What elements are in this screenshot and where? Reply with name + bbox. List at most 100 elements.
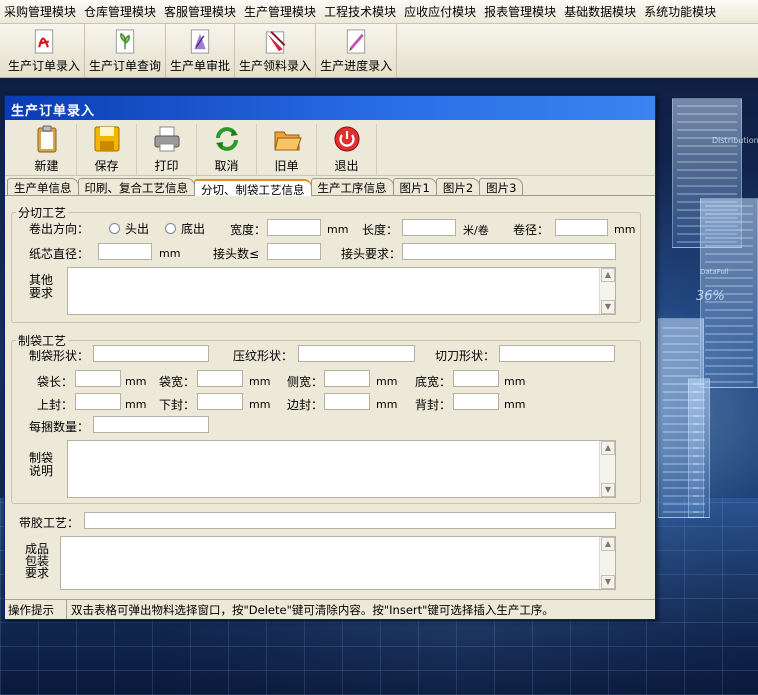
back-seal-label: 背封： [415,398,452,412]
memo-scrollbar[interactable]: ▲ ▼ [599,537,615,589]
open-folder-icon [273,131,302,151]
bag-length-label: 袋长： [37,375,74,389]
tab-picture-3[interactable]: 图片3 [479,178,524,195]
scroll-up-arrow-icon[interactable]: ▲ [601,441,615,455]
toolbar-label: 生产单审批 [170,59,231,73]
production-order-entry-button[interactable]: 生产订单录入 [4,24,86,77]
bag-length-unit: mm [125,375,147,388]
width-input[interactable] [267,219,321,236]
cancel-label: 取消 [214,159,239,173]
press-shape-input[interactable] [298,345,415,362]
menu-receivable-payable[interactable]: 应收应付模块 [400,3,480,20]
knife-shape-label: 切刀形状： [435,349,496,363]
bundle-quantity-input[interactable] [93,416,209,433]
new-button[interactable]: 新建 [17,124,77,175]
production-progress-entry-button[interactable]: 生产进度录入 [316,24,398,77]
top-seal-input[interactable] [75,393,121,410]
tab-process[interactable]: 生产工序信息 [310,178,394,195]
other-label-2: 要求 [29,286,54,300]
length-input[interactable] [402,219,456,236]
menu-base-data[interactable]: 基础数据模块 [560,3,640,20]
production-order-approve-button[interactable]: 生产单审批 [166,24,236,77]
exit-button[interactable]: 退出 [317,124,377,175]
bag-length-input[interactable] [75,370,121,387]
back-seal-input[interactable] [453,393,499,410]
scroll-up-arrow-icon[interactable]: ▲ [601,537,615,551]
plant-document-icon [115,29,135,54]
tab-picture-1[interactable]: 图片1 [392,178,437,195]
scroll-up-arrow-icon[interactable]: ▲ [601,268,615,282]
packing-requirement-memo[interactable]: ▲ ▼ [60,536,616,590]
tab-cut-bag[interactable]: 分切、制袋工艺信息 [194,179,312,197]
clipboard-icon [37,125,56,153]
cutting-legend: 分切工艺 [18,206,67,220]
bag-width-input[interactable] [197,370,243,387]
menu-reports[interactable]: 报表管理模块 [480,3,560,20]
memo-scrollbar[interactable]: ▲ ▼ [599,441,615,497]
cancel-button[interactable]: 取消 [197,124,257,175]
background-chart-text: Distribution [712,136,758,145]
pdf-document-icon [34,29,54,54]
joint-requirement-label: 接头要求： [341,247,402,261]
window-title[interactable]: 生产订单录入 [5,96,655,120]
roll-diameter-unit: mm [614,223,636,236]
tape-process-label: 带胶工艺： [19,516,80,530]
menu-warehouse[interactable]: 仓库管理模块 [80,3,160,20]
menu-production[interactable]: 生产管理模块 [240,3,320,20]
side-width-input[interactable] [324,370,370,387]
status-bar: 操作提示 双击表格可弹出物料选择窗口，按"Delete"键可清除内容。按"Ins… [5,599,655,619]
head-out-label: 头出 [125,222,150,236]
roll-diameter-input[interactable] [555,219,608,236]
bottom-out-label: 底出 [181,222,206,236]
production-order-query-button[interactable]: 生产订单查询 [85,24,167,77]
old-order-button[interactable]: 旧单 [257,124,317,175]
edge-seal-label: 边封： [287,398,324,412]
tab-order-info[interactable]: 生产单信息 [7,178,79,195]
floppy-disk-icon [94,126,119,152]
bag-width-unit: mm [249,375,271,388]
other-requirement-memo[interactable]: ▲ ▼ [67,267,616,315]
width-label: 宽度： [230,223,267,237]
head-out-radio[interactable] [109,223,120,234]
bottom-width-input[interactable] [453,370,499,387]
knife-shape-input[interactable] [499,345,615,362]
length-unit: 米/卷 [463,224,489,237]
menu-system[interactable]: 系统功能模块 [640,3,720,20]
production-material-entry-button[interactable]: 生产领料录入 [235,24,317,77]
menu-engineering[interactable]: 工程技术模块 [320,3,400,20]
bottom-width-label: 底宽： [415,375,452,389]
bag-shape-input[interactable] [93,345,209,362]
main-menu-bar: 采购管理模块 仓库管理模块 客服管理模块 生产管理模块 工程技术模块 应收应付模… [0,0,758,24]
joints-input[interactable] [267,243,321,260]
edge-seal-input[interactable] [324,393,370,410]
bottom-seal-input[interactable] [197,393,243,410]
production-order-window: 生产订单录入 新建 保存 打印 取消 旧单 退出 生产单信息 印刷、复合工艺信息… [4,95,656,620]
toolbar-label: 生产进度录入 [320,59,393,73]
core-diameter-input[interactable] [98,243,152,260]
toolbar-label: 生产领料录入 [239,59,312,73]
save-button[interactable]: 保存 [77,124,137,175]
bottom-seal-label: 下封： [159,398,196,412]
tab-picture-2[interactable]: 图片2 [435,178,481,195]
scroll-down-arrow-icon[interactable]: ▼ [601,575,615,589]
bag-note-memo[interactable]: ▲ ▼ [67,440,616,498]
print-button[interactable]: 打印 [137,124,197,175]
memo-scrollbar[interactable]: ▲ ▼ [599,268,615,314]
menu-customer-service[interactable]: 客服管理模块 [160,3,240,20]
scroll-down-arrow-icon[interactable]: ▼ [601,483,615,497]
length-label: 长度： [362,223,399,237]
bottom-out-radio[interactable] [165,223,176,234]
joint-requirement-input[interactable] [402,243,616,260]
bag-shape-label: 制袋形状： [29,349,90,363]
toolbar-label: 生产订单录入 [8,59,81,73]
purple-document-icon [190,29,210,54]
tab-bar: 生产单信息 印刷、复合工艺信息 分切、制袋工艺信息 生产工序信息 图片1 图片2… [5,178,655,197]
tape-process-input[interactable] [84,512,616,529]
background-percent-text: 36% [696,289,725,304]
tab-print-laminate[interactable]: 印刷、复合工艺信息 [77,178,195,195]
top-seal-unit: mm [125,398,147,411]
menu-purchase[interactable]: 采购管理模块 [0,3,80,20]
scroll-down-arrow-icon[interactable]: ▼ [601,300,615,314]
edge-seal-unit: mm [376,398,398,411]
tab-content: 分切工艺 卷出方向： 头出 底出 宽度： mm 长度： 米/卷 卷径： mm 纸… [5,197,655,595]
